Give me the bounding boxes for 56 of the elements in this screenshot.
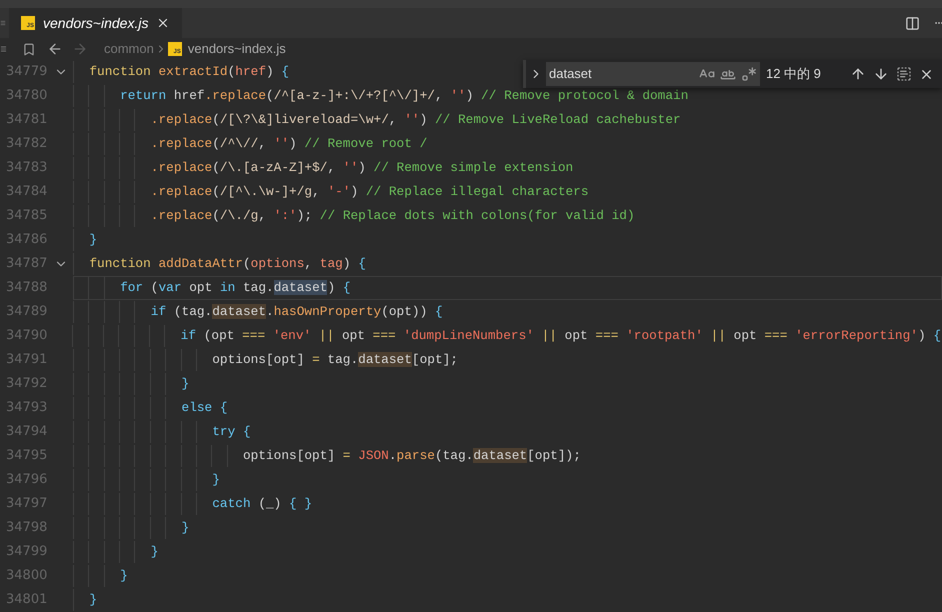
- code-line: options[opt] = tag.dataset[opt];: [211, 351, 458, 370]
- code-line: try {: [211, 423, 251, 442]
- split-editor-icon[interactable]: [905, 16, 920, 30]
- bookmark-icon[interactable]: [22, 42, 36, 56]
- line-number: 34788: [5, 279, 48, 298]
- code-line: return href.replace(/^[a-z-]+:\/+?[^\/]+/, '') // Remove protocol & domain: [119, 87, 688, 106]
- code-line: }: [119, 567, 128, 586]
- code-line: }: [180, 375, 190, 394]
- find-in-selection-icon[interactable]: [896, 66, 912, 82]
- code-line: }: [88, 231, 98, 250]
- line-number: 34786: [5, 231, 48, 250]
- code-line: if (tag.dataset.hasOwnProperty(opt)) {: [150, 303, 443, 322]
- line-number: 34791: [5, 351, 48, 370]
- code-line: function addDataAttr(options, tag) {: [88, 255, 366, 274]
- line-number: 34801: [5, 591, 48, 610]
- match-count: 12 中的 9: [766, 65, 822, 84]
- line-number: 34792: [5, 375, 48, 394]
- regex-icon[interactable]: [741, 66, 757, 82]
- line-number: 34800: [5, 567, 48, 586]
- code-line: function extractId(href) {: [88, 63, 290, 82]
- breadcrumb-item[interactable]: vendors~index.js: [188, 39, 286, 59]
- code-line: .replace(/\./g, ':'); // Replace dots with colons(for valid id): [150, 207, 635, 226]
- line-number: 34794: [5, 423, 48, 442]
- line-number: 34789: [5, 303, 48, 322]
- tab-label: vendors~index.js: [43, 14, 148, 33]
- code-line: .replace(/[^\.\w-]+/g, '-') // Replace illegal characters: [150, 183, 589, 202]
- previous-match-icon[interactable]: [850, 66, 866, 82]
- code-line: }: [211, 471, 220, 490]
- line-number: 34797: [5, 495, 48, 514]
- code-line: .replace(/\.[a-zA-Z]+$/, '') // Remove simple extension: [150, 159, 574, 178]
- line-number: 34784: [5, 183, 48, 202]
- code-line: }: [180, 519, 190, 538]
- line-number: 34781: [5, 111, 48, 130]
- line-number: 34783: [5, 159, 48, 178]
- code-line: }: [88, 591, 98, 610]
- code-line: if (opt === 'env' || opt === 'dumpLineNumbers' || opt === 'rootpath' || opt === 'errorReporting') {: [180, 327, 941, 346]
- line-number: 34799: [5, 543, 48, 562]
- line-number: 34796: [5, 471, 48, 490]
- code-line: for (var opt in tag.dataset) {: [119, 279, 351, 298]
- code-line: else {: [180, 399, 228, 418]
- line-number: 34779: [5, 63, 48, 82]
- line-number: 34790: [5, 327, 48, 346]
- line-number: 34787: [5, 255, 48, 274]
- code-line: .replace(/[\?\&]livereload=\w+/, '') // Remove LiveReload cachebuster: [150, 111, 681, 130]
- code-line: options[opt] = JSON.parse(tag.dataset[opt]);: [242, 447, 581, 466]
- code-line: }: [150, 543, 158, 562]
- line-number: 34798: [5, 519, 48, 538]
- search-field[interactable]: dataset: [546, 62, 760, 86]
- line-number: 34782: [5, 135, 48, 154]
- line-number: 34795: [5, 447, 48, 466]
- line-number: 34785: [5, 207, 48, 226]
- code-line: catch (_) { }: [211, 495, 312, 514]
- next-match-icon[interactable]: [873, 66, 889, 82]
- line-number: 34793: [5, 399, 48, 418]
- line-number: 34780: [5, 87, 48, 106]
- code-line: .replace(/^\//, '') // Remove root /: [150, 135, 428, 154]
